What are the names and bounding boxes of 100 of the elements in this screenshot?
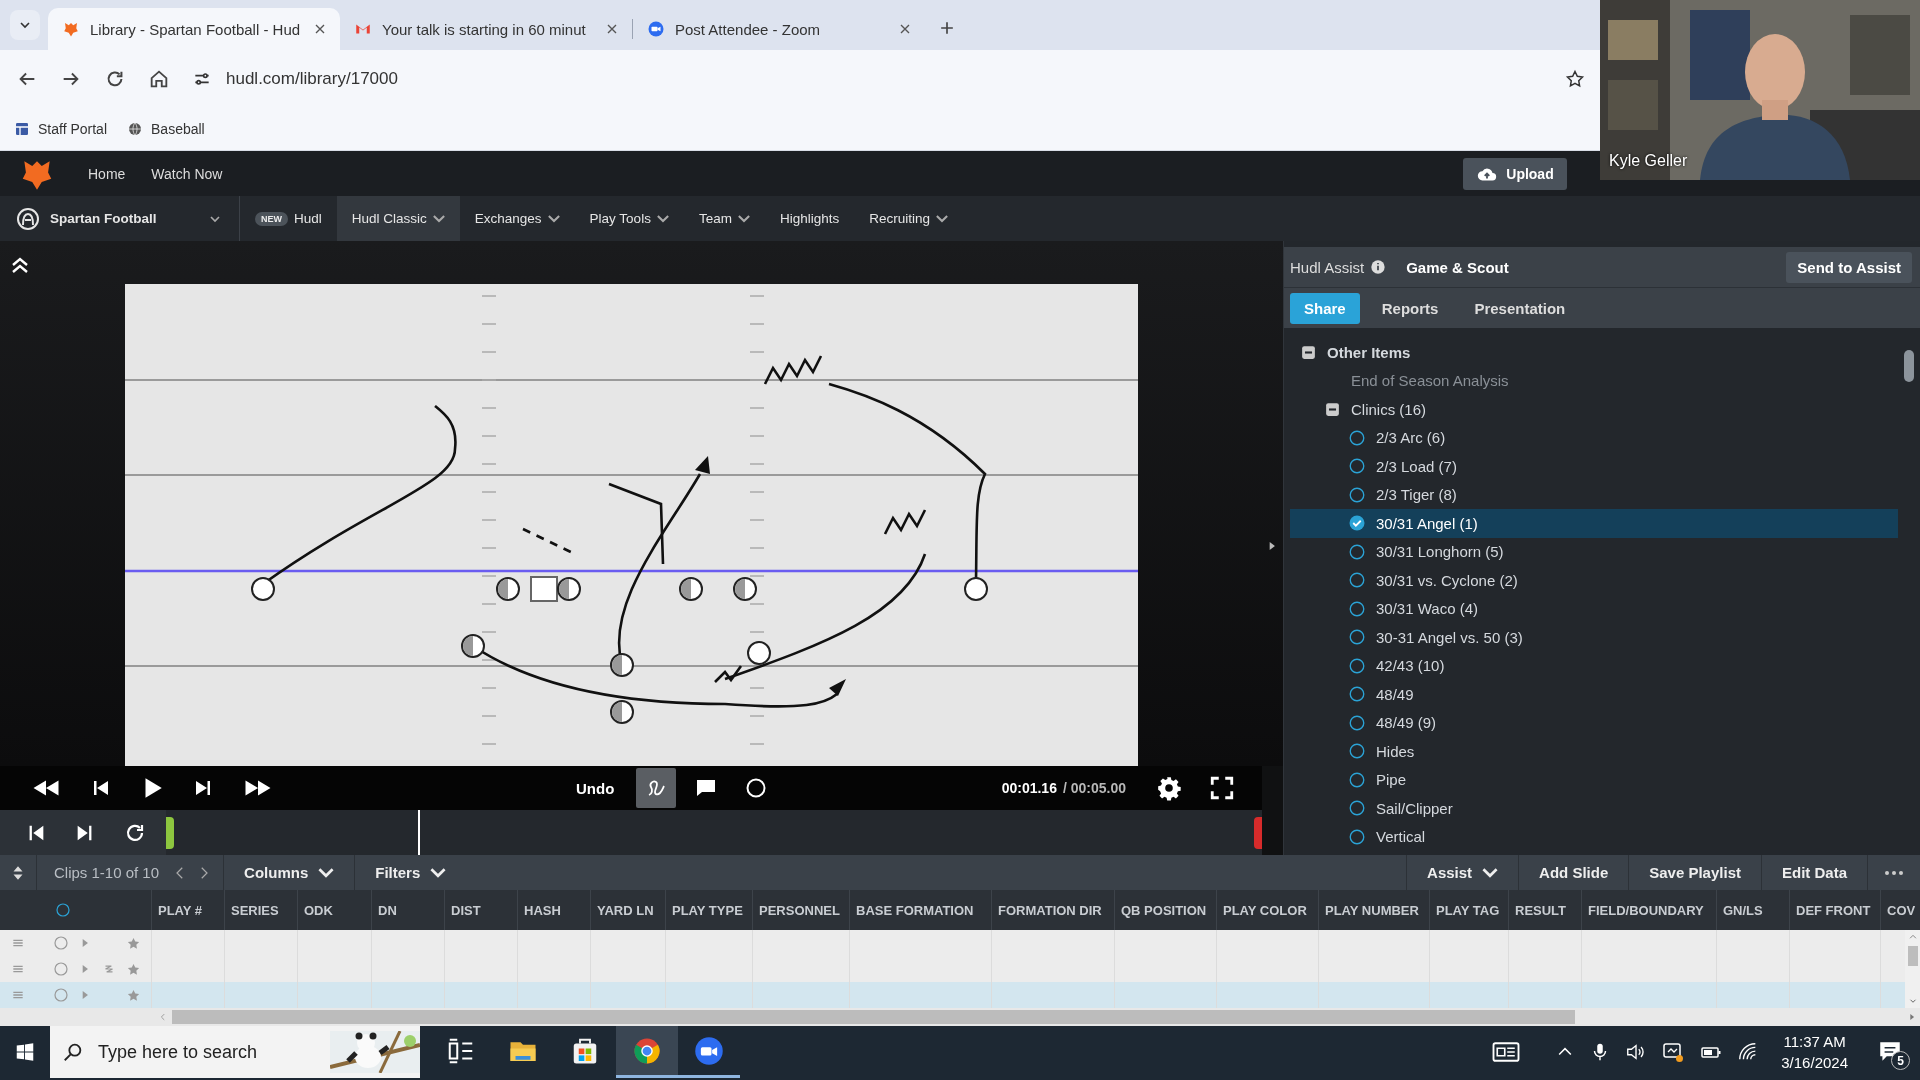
trim-handle[interactable]	[1254, 817, 1262, 849]
scrollbar-thumb[interactable]	[172, 1010, 1575, 1024]
info-icon[interactable]	[1370, 259, 1387, 275]
radio-icon[interactable]	[1348, 542, 1366, 561]
nav-menu-item[interactable]: Hudl Classic	[336, 196, 460, 241]
radio-icon[interactable]	[1348, 742, 1366, 761]
tree-label[interactable]: 30/31 Waco (4)	[1376, 600, 1478, 618]
tree-label[interactable]: 48/49 (9)	[1376, 714, 1437, 732]
nav-menu-item[interactable]: Play Tools	[574, 196, 684, 241]
horizontal-scrollbar[interactable]	[0, 1008, 1920, 1026]
tool-button[interactable]	[636, 768, 677, 808]
radio-icon[interactable]	[1348, 485, 1366, 504]
undo-button[interactable]: Undo	[576, 779, 615, 797]
nav-menu-item[interactable]: Exchanges	[459, 196, 575, 241]
nav-menu-item[interactable]: Recruiting	[854, 196, 963, 241]
caret-icon	[935, 214, 948, 223]
tree-label[interactable]: 2/3 Load (7)	[1376, 457, 1457, 475]
logo-icon	[62, 20, 80, 38]
tree-label[interactable]: 30/31 Angel (1)	[1376, 514, 1478, 532]
row-checkbox-icon[interactable]	[52, 960, 70, 978]
more-icon	[1884, 869, 1904, 876]
radio-icon[interactable]	[1348, 428, 1366, 447]
radio-icon[interactable]	[1348, 713, 1366, 732]
star-icon[interactable]	[126, 935, 141, 951]
caret-icon	[1482, 867, 1499, 878]
duration: / 00:05.00	[1062, 780, 1126, 796]
tree-label[interactable]: Hides	[1376, 742, 1415, 760]
caret-icon	[318, 867, 335, 878]
tree-label[interactable]: Pipe	[1376, 771, 1407, 789]
caret-icon	[430, 867, 447, 878]
trim-handle[interactable]	[166, 817, 174, 849]
bookmark-star-icon[interactable]	[1565, 69, 1585, 89]
tree-label[interactable]: Sail/Clipper	[1376, 799, 1453, 817]
tree-label[interactable]: 30/31 Longhorn (5)	[1376, 543, 1504, 561]
radio-icon[interactable]	[1348, 770, 1366, 789]
upload-button[interactable]: Upload	[1463, 157, 1567, 190]
search-icon	[62, 1041, 84, 1063]
select-all-icon[interactable]	[54, 901, 72, 919]
nav-menu-item[interactable]: Team	[683, 196, 765, 241]
fullscreen-icon[interactable]	[1209, 775, 1235, 801]
video-camera-icon	[694, 1035, 724, 1066]
radio-icon[interactable]	[1348, 457, 1366, 476]
playhead[interactable]	[418, 810, 421, 855]
windows-icon	[14, 1041, 36, 1063]
radio-icon[interactable]	[1348, 514, 1366, 533]
star-icon[interactable]	[126, 987, 141, 1003]
panel-tab[interactable]: Presentation	[1460, 292, 1580, 324]
tree-label[interactable]: 42/43 (10)	[1376, 657, 1445, 675]
participant-name: Kyle Geller	[1609, 152, 1688, 170]
panel-title: Game & Scout	[1406, 258, 1509, 276]
bookmark[interactable]: Staff Portal	[14, 121, 107, 137]
clock[interactable]: 11:37 AM 3/16/2024	[1781, 1031, 1848, 1073]
tree-label[interactable]: 30/31 vs. Cyclone (2)	[1376, 571, 1518, 589]
radio-icon[interactable]	[1348, 571, 1366, 590]
caret-icon	[656, 214, 669, 223]
video-camera-icon	[647, 20, 665, 38]
expander-icon[interactable]	[1300, 343, 1317, 361]
tree-label[interactable]: 48/49	[1376, 685, 1414, 703]
highlighted-row[interactable]: 30/31 Angel (1)	[1290, 509, 1898, 538]
tree-label[interactable]: Other Items	[1327, 343, 1411, 361]
send-button[interactable]: Send to Assist	[1786, 251, 1912, 283]
clip-count: Clips 1-10 of 10	[53, 863, 160, 883]
search-field[interactable]: Type here to search	[96, 1040, 318, 1064]
browser-tab[interactable]: Post Attendee - Zoom	[633, 8, 925, 50]
tree-label[interactable]: 2/3 Tiger (8)	[1376, 486, 1457, 504]
caret-icon	[432, 214, 445, 223]
radio-icon[interactable]	[1348, 599, 1366, 618]
tree-label[interactable]: 30-31 Angel vs. 50 (3)	[1376, 628, 1523, 646]
home-icon[interactable]	[148, 68, 170, 90]
radio-icon[interactable]	[1348, 827, 1366, 846]
nav-link[interactable]: Home	[88, 165, 126, 182]
tree-label[interactable]: 2/3 Arc (6)	[1376, 429, 1446, 447]
bookmark[interactable]: Baseball	[127, 121, 205, 137]
radio-icon[interactable]	[1348, 628, 1366, 647]
panel-label: Hudl Assist	[1290, 258, 1365, 276]
settings-icon[interactable]	[1156, 775, 1182, 801]
row-checkbox-icon[interactable]	[52, 986, 70, 1004]
scrollbar-thumb[interactable]	[1907, 946, 1918, 966]
search-box[interactable]: Type here to search	[50, 1026, 420, 1078]
nav-link[interactable]: Watch Now	[151, 165, 223, 182]
tab-list-button[interactable]	[10, 10, 40, 40]
tree-label[interactable]: Vertical	[1376, 828, 1426, 846]
screen-icon[interactable]	[1661, 1040, 1686, 1064]
notifications-button[interactable]: 5	[1870, 1032, 1910, 1072]
browser-tab[interactable]: Your talk is starting in 60 minut	[340, 8, 632, 50]
new-badge: NEW	[255, 211, 288, 226]
browser-tab[interactable]: Library - Spartan Football - Hud	[48, 8, 340, 50]
panel-tab[interactable]: Reports	[1367, 292, 1453, 324]
row-checkbox-icon[interactable]	[52, 934, 70, 952]
radio-icon[interactable]	[1348, 799, 1366, 818]
tree-label[interactable]: Clinics (16)	[1351, 400, 1426, 418]
current-time: 00:01.16	[1001, 780, 1057, 796]
expander-icon[interactable]	[1324, 400, 1341, 418]
radio-icon[interactable]	[1348, 656, 1366, 675]
radio-icon[interactable]	[1348, 685, 1366, 704]
scrollbar[interactable]	[1904, 350, 1914, 382]
star-icon[interactable]	[126, 961, 141, 977]
nav-menu-item[interactable]: Highlights	[764, 196, 855, 241]
vertical-scrollbar[interactable]	[1905, 930, 1920, 1008]
nav-menu-item[interactable]: NEW Hudl	[240, 196, 337, 241]
